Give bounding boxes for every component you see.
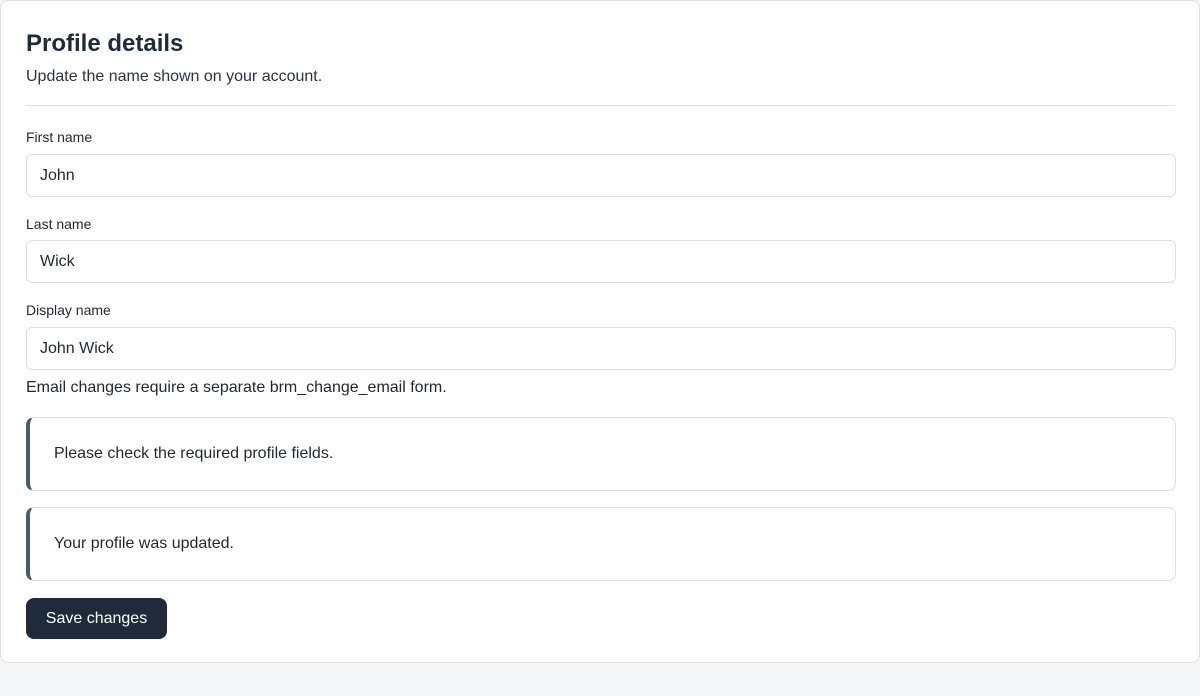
email-help-text: Email changes require a separate brm_cha… <box>26 379 447 396</box>
warning-notice: Please check the required profile fields… <box>26 417 1176 491</box>
first-name-input[interactable] <box>26 154 1176 197</box>
display-name-label: Display name <box>26 302 111 318</box>
last-name-label: Last name <box>26 216 92 232</box>
warning-notice-text: Please check the required profile fields… <box>54 445 334 462</box>
last-name-input[interactable] <box>26 240 1176 283</box>
success-notice-text: Your profile was updated. <box>54 535 234 552</box>
page-subtitle: Update the name shown on your account. <box>26 68 323 85</box>
section-divider <box>26 105 1175 106</box>
page-title: Profile details <box>26 30 184 57</box>
success-notice: Your profile was updated. <box>26 507 1176 581</box>
save-changes-button[interactable]: Save changes <box>26 598 167 639</box>
display-name-input[interactable] <box>26 327 1176 370</box>
profile-details-card: Profile details Update the name shown on… <box>0 0 1200 663</box>
first-name-label: First name <box>26 129 93 145</box>
